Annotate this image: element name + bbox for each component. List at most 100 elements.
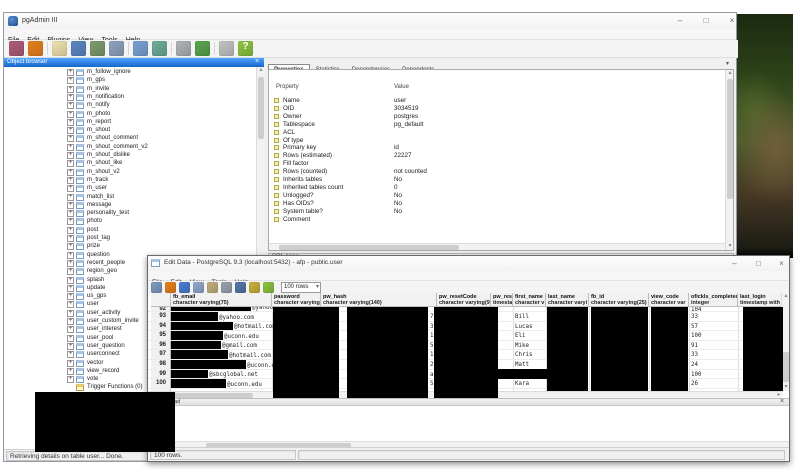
remove-filter-icon[interactable]	[249, 282, 260, 293]
sidebar-item-m-shout-v2[interactable]: +m_shout_v2	[4, 169, 256, 177]
expander-icon[interactable]: +	[67, 94, 74, 101]
expander-icon[interactable]: +	[67, 185, 74, 192]
row-limit-combo[interactable]: 100 rows ▾	[281, 282, 321, 293]
column-header-pw-rese[interactable]: pw_resetimesta	[491, 293, 513, 307]
edit-close-button[interactable]: ×	[775, 258, 788, 269]
help-icon[interactable]	[263, 282, 274, 293]
expander-icon[interactable]: +	[67, 293, 74, 300]
sidebar-item-m-invite[interactable]: +m_invite	[4, 86, 256, 94]
grid-scroll-up-icon[interactable]: ▴	[782, 293, 790, 300]
expander-icon[interactable]: +	[67, 86, 74, 93]
expander-icon[interactable]: +	[67, 301, 74, 308]
grid-scroll-down-icon[interactable]: ▾	[782, 384, 790, 391]
expander-icon[interactable]: +	[67, 69, 74, 76]
edit-maximize-button[interactable]: □	[752, 258, 765, 269]
sidebar-item-m-gps[interactable]: +m_gps	[4, 77, 256, 85]
sidebar-item-personality-test[interactable]: +personality_test	[4, 210, 256, 218]
column-header-last-login[interactable]: last_logintimestamp with	[738, 293, 783, 307]
expander-icon[interactable]: +	[67, 335, 74, 342]
expander-icon[interactable]: +	[67, 318, 74, 325]
expander-icon[interactable]: +	[67, 368, 74, 375]
sidebar-item-m-follow-ignore[interactable]: +m_follow_ignore	[4, 69, 256, 77]
edit-data-titlebar[interactable]: Edit Data - PostgreSQL 9.3 (localhost:54…	[148, 256, 789, 271]
expander-icon[interactable]: +	[67, 102, 74, 109]
expander-icon[interactable]: +	[67, 160, 74, 167]
column-header-last-name[interactable]: last_namecharacter varyi	[546, 293, 589, 307]
minimize-button[interactable]: –	[672, 15, 688, 26]
expander-icon[interactable]: +	[67, 152, 74, 159]
filter-icon[interactable]	[235, 282, 246, 293]
expander-icon[interactable]: +	[67, 135, 74, 142]
expander-icon[interactable]: +	[67, 343, 74, 350]
properties-scroll-up-icon[interactable]: ▴	[726, 70, 734, 77]
pgadmin-titlebar[interactable]: pgAdmin III – □ ×	[4, 13, 736, 29]
expander-icon[interactable]: +	[67, 376, 74, 383]
copy-icon[interactable]	[193, 282, 204, 293]
scratch-pad-bar[interactable]: Scratch pad ×	[148, 398, 789, 406]
add-connection-icon[interactable]	[9, 41, 24, 56]
expander-icon[interactable]: +	[67, 177, 74, 184]
refresh-icon[interactable]	[165, 282, 176, 293]
object-browser-caption[interactable]: Object browser ×	[4, 58, 264, 67]
maximize-button[interactable]: □	[698, 15, 714, 26]
expander-icon[interactable]: +	[67, 127, 74, 134]
view-data-icon[interactable]	[133, 41, 148, 56]
expander-icon[interactable]: +	[67, 144, 74, 151]
properties-icon[interactable]	[52, 41, 67, 56]
expander-icon[interactable]: +	[67, 210, 74, 217]
sidebar-item-m-shout-comment-v2[interactable]: +m_shout_comment_v2	[4, 144, 256, 152]
column-header-pw-resetcode[interactable]: pw_resetCodecharacter varying(90)	[437, 293, 491, 307]
scratch-pad-close-icon[interactable]: ×	[780, 398, 784, 405]
expander-icon[interactable]: +	[67, 218, 74, 225]
expander-icon[interactable]: +	[67, 202, 74, 209]
expander-icon[interactable]: +	[67, 310, 74, 317]
tree-scroll-up-icon[interactable]: ▴	[257, 67, 265, 74]
expander-icon[interactable]: +	[67, 119, 74, 126]
tab-list-icon[interactable]: ▾	[726, 60, 729, 67]
properties-hscrollbar[interactable]	[269, 243, 725, 250]
sidebar-item-m-report[interactable]: +m_report	[4, 119, 256, 127]
expander-icon[interactable]: +	[67, 260, 74, 267]
sidebar-item-message[interactable]: +message	[4, 202, 256, 210]
expander-icon[interactable]: +	[67, 235, 74, 242]
maintenance-icon[interactable]	[176, 41, 191, 56]
edit-minimize-button[interactable]: –	[728, 258, 741, 269]
sidebar-item-m-user[interactable]: +m_user	[4, 185, 256, 193]
sidebar-item-m-shout-dislike[interactable]: +m_shout_dislike	[4, 152, 256, 160]
delete-icon[interactable]	[221, 282, 232, 293]
sidebar-item-m-notify[interactable]: +m_notify	[4, 102, 256, 110]
properties-scroll-down-icon[interactable]: ▾	[726, 243, 734, 250]
expander-icon[interactable]: +	[67, 277, 74, 284]
sidebar-item-match-list[interactable]: +match_list	[4, 194, 256, 202]
expander-icon[interactable]: +	[67, 111, 74, 118]
column-header-ofickls-completed[interactable]: ofickls_completedinteger	[689, 293, 738, 307]
sidebar-item-m-shout-comment[interactable]: +m_shout_comment	[4, 135, 256, 143]
column-header-pw-hash[interactable]: pw_hashcharacter varying(140)	[321, 293, 437, 307]
expander-icon[interactable]: +	[67, 169, 74, 176]
create-object-icon[interactable]	[71, 41, 86, 56]
column-header-first-name[interactable]: first_namecharacter v	[513, 293, 546, 307]
expander-icon[interactable]: +	[67, 360, 74, 367]
properties-vscrollbar[interactable]: ▴ ▾	[725, 70, 733, 250]
expander-icon[interactable]: +	[67, 252, 74, 259]
paste-icon[interactable]	[207, 282, 218, 293]
object-browser-close-icon[interactable]: ×	[255, 58, 259, 65]
sidebar-item-m-shout[interactable]: +m_shout	[4, 127, 256, 135]
expander-icon[interactable]: +	[67, 268, 74, 275]
sidebar-item-m-track[interactable]: +m_track	[4, 177, 256, 185]
expander-icon[interactable]: +	[67, 194, 74, 201]
backup-restore-icon[interactable]	[195, 41, 210, 56]
drop-object-icon[interactable]	[90, 41, 105, 56]
expander-icon[interactable]: +	[67, 227, 74, 234]
column-header-view-code[interactable]: view_codecharacter var	[649, 293, 689, 307]
sidebar-item-prize[interactable]: +prize	[4, 243, 256, 251]
column-header-fb-email[interactable]: fb_emailcharacter varying(75)	[171, 293, 272, 307]
close-button[interactable]: ×	[724, 15, 740, 26]
vacuum-icon[interactable]	[219, 41, 234, 56]
sidebar-item-post-tag[interactable]: +post_tag	[4, 235, 256, 243]
expander-icon[interactable]: +	[67, 326, 74, 333]
help-icon[interactable]: ?	[238, 41, 253, 56]
sidebar-item-photo[interactable]: +photo	[4, 218, 256, 226]
query-tool-icon[interactable]	[109, 41, 124, 56]
sidebar-item-post[interactable]: +post	[4, 227, 256, 235]
